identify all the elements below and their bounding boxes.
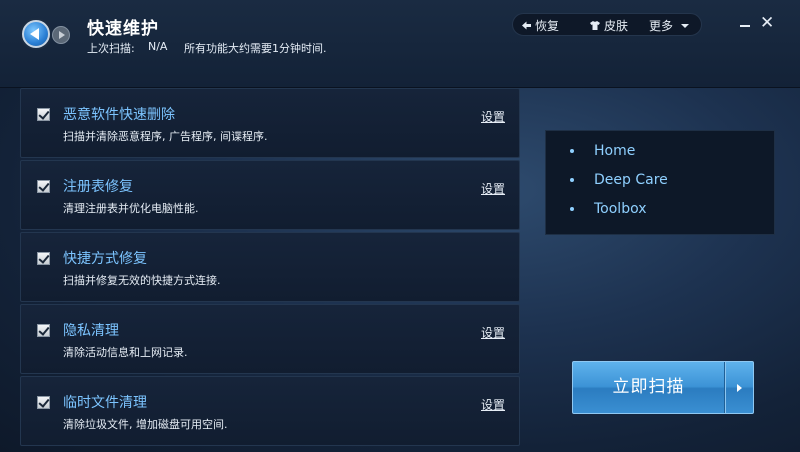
nav-item-label: Home <box>594 143 636 159</box>
bullet-icon <box>570 207 574 211</box>
task-row-malware: 恶意软件快速删除 扫描并清除恶意程序, 广告程序, 间谍程序. 设置 <box>20 88 520 158</box>
top-toolbar: 恢复 皮肤 更多 <box>512 13 702 36</box>
task-description: 扫描并清除恶意程序, 广告程序, 间谍程序. <box>63 130 268 143</box>
task-checkbox[interactable] <box>37 396 50 409</box>
minimize-button[interactable] <box>739 14 751 28</box>
task-checkbox[interactable] <box>37 324 50 337</box>
nav-item-deep-care[interactable]: Deep Care <box>570 172 668 188</box>
task-description: 清理注册表并优化电脑性能. <box>63 202 199 215</box>
last-scan-value: N/A <box>148 40 168 53</box>
restore-label: 恢复 <box>535 19 560 33</box>
task-settings-link[interactable]: 设置 <box>481 180 505 197</box>
forward-button[interactable] <box>52 26 70 44</box>
back-arrow-icon <box>30 28 39 40</box>
bullet-icon <box>570 149 574 153</box>
nav-panel: Home Deep Care Toolbox <box>545 130 775 235</box>
task-description: 扫描并修复无效的快捷方式连接. <box>63 274 221 287</box>
task-title: 快捷方式修复 <box>63 251 147 267</box>
page-title: 快速维护 <box>87 19 159 39</box>
task-list: 恶意软件快速删除 扫描并清除恶意程序, 广告程序, 间谍程序. 设置 注册表修复… <box>20 88 520 452</box>
skin-button[interactable]: 皮肤 <box>589 17 628 34</box>
nav-item-label: Toolbox <box>594 201 647 217</box>
chevron-right-icon <box>737 384 742 392</box>
scan-now-button[interactable]: 立即扫描 <box>573 362 724 413</box>
restore-button[interactable]: 恢复 <box>521 17 559 34</box>
back-button[interactable] <box>22 20 50 48</box>
task-title: 恶意软件快速删除 <box>63 107 175 123</box>
task-description: 清除活动信息和上网记录. <box>63 346 188 359</box>
more-label: 更多 <box>649 19 674 33</box>
task-settings-link[interactable]: 设置 <box>481 396 505 413</box>
task-title: 注册表修复 <box>63 179 133 195</box>
forward-arrow-icon <box>59 31 65 39</box>
undo-arrow-icon <box>522 21 531 30</box>
task-checkbox[interactable] <box>37 108 50 121</box>
task-checkbox[interactable] <box>37 180 50 193</box>
app-window: 快速维护 上次扫描: N/A 所有功能大约需要1分钟时间. 恢复 皮肤 更多 ✕… <box>0 0 800 452</box>
task-checkbox[interactable] <box>37 252 50 265</box>
task-settings-link[interactable]: 设置 <box>481 108 505 125</box>
task-row-registry: 注册表修复 清理注册表并优化电脑性能. 设置 <box>20 160 520 230</box>
chevron-down-icon <box>681 23 690 28</box>
nav-item-toolbox[interactable]: Toolbox <box>570 201 647 217</box>
tshirt-icon <box>590 21 600 30</box>
more-menu-button[interactable]: 更多 <box>649 17 690 34</box>
scan-options-dropdown[interactable] <box>726 362 753 413</box>
title-bar: 快速维护 上次扫描: N/A 所有功能大约需要1分钟时间. 恢复 皮肤 更多 ✕ <box>0 0 800 88</box>
task-row-privacy: 隐私清理 清除活动信息和上网记录. 设置 <box>20 304 520 374</box>
task-title: 隐私清理 <box>63 323 119 339</box>
task-row-shortcut: 快捷方式修复 扫描并修复无效的快捷方式连接. <box>20 232 520 302</box>
scan-now-button-group: 立即扫描 <box>572 361 754 414</box>
nav-item-home[interactable]: Home <box>570 143 635 159</box>
task-settings-link[interactable]: 设置 <box>481 324 505 341</box>
last-scan-label: 上次扫描: <box>87 42 135 55</box>
bullet-icon <box>570 178 574 182</box>
nav-item-label: Deep Care <box>594 172 668 188</box>
task-row-tempfiles: 临时文件清理 清除垃圾文件, 增加磁盘可用空间. 设置 <box>20 376 520 446</box>
scan-duration-note: 所有功能大约需要1分钟时间. <box>184 42 327 55</box>
task-description: 清除垃圾文件, 增加磁盘可用空间. <box>63 418 228 431</box>
skin-label: 皮肤 <box>604 19 629 33</box>
task-title: 临时文件清理 <box>63 395 147 411</box>
close-button[interactable]: ✕ <box>760 14 774 32</box>
